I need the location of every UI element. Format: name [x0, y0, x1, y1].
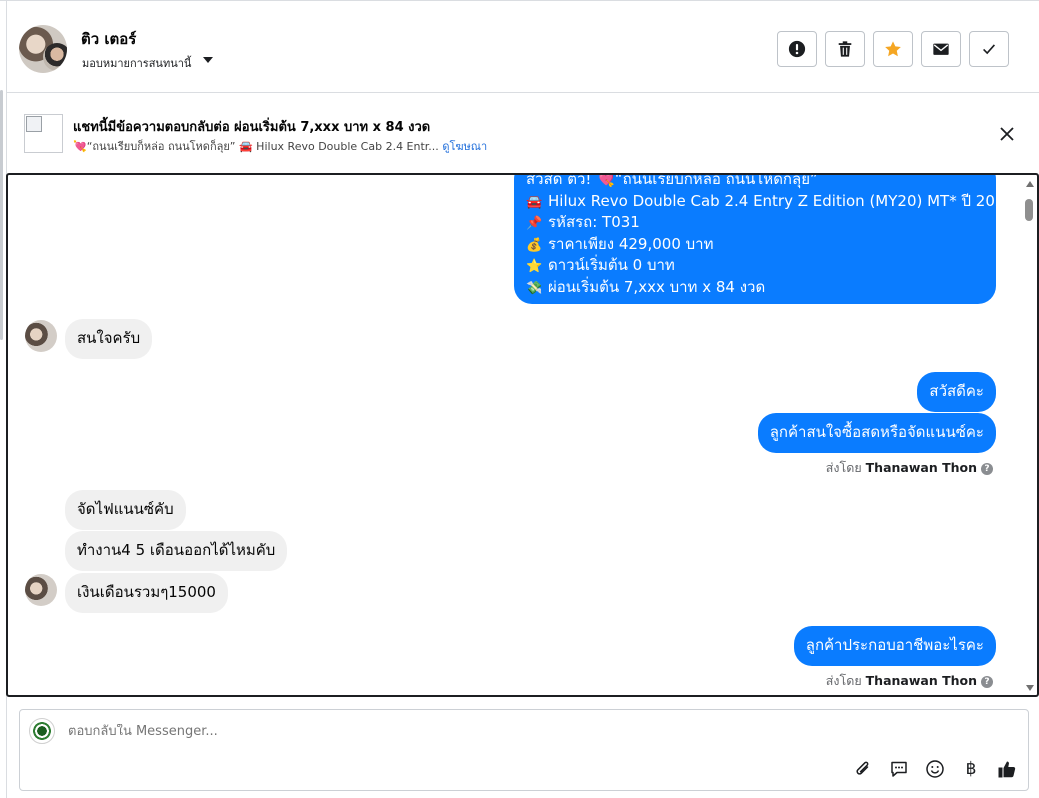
- scroll-down-icon[interactable]: [1026, 685, 1034, 691]
- caret-down-icon[interactable]: [203, 57, 213, 63]
- ad-message-line: 💸 ผ่อนเริ่มต้น 7,xxx บาท x 84 งวด: [526, 277, 766, 296]
- conversation-header: ติว เตอร์ มอบหมายการสนทนานี้: [6, 5, 1039, 93]
- incoming-message[interactable]: จัดไฟแนนซ์คับ: [65, 490, 186, 530]
- ad-reply-message[interactable]: สวัสดี ติว! 💘“ถนนเรียบก็หล่อ ถนนโหดก็ลุย…: [514, 173, 1014, 304]
- attach-button[interactable]: [852, 758, 874, 780]
- ad-subtitle-text: 💘“ถนนเรียบก็หล่อ ถนนโหดก็ลุย” 🚘 Hilux Re…: [73, 140, 439, 153]
- outer-scrollbar[interactable]: [0, 90, 3, 340]
- ad-message-line: ⭐ ดาวน์เริ่มต้น 0 บาท: [526, 256, 675, 274]
- thumbs-up-icon: [998, 761, 1016, 778]
- baht-icon: ฿: [965, 759, 977, 779]
- scroll-thumb[interactable]: [1025, 199, 1033, 221]
- ad-message-line: 📌 รหัสรถ: T031: [526, 213, 640, 231]
- saved-replies-button[interactable]: [888, 758, 910, 780]
- sender-avatar[interactable]: [25, 574, 57, 606]
- alert-icon: [788, 40, 806, 58]
- envelope-icon: [933, 43, 949, 55]
- composer-tools: ฿: [852, 758, 1018, 780]
- mark-done-button[interactable]: [969, 31, 1009, 67]
- star-button[interactable]: [873, 31, 913, 67]
- header-actions: [777, 31, 1009, 67]
- like-button[interactable]: [996, 758, 1018, 780]
- scroll-up-icon[interactable]: [1026, 181, 1034, 187]
- chat-bubble-icon: [891, 761, 907, 777]
- ad-message-line: 🚘 Hilux Revo Double Cab 2.4 Entry Z Editi…: [526, 191, 1014, 210]
- delete-button[interactable]: [825, 31, 865, 67]
- incoming-message[interactable]: สนใจครับ: [65, 319, 153, 359]
- trash-icon: [838, 41, 852, 57]
- payment-button[interactable]: ฿: [960, 758, 982, 780]
- outgoing-message[interactable]: สวัสดีคะ: [917, 372, 996, 412]
- outgoing-message[interactable]: ลูกค้าประกอบอาชีพอะไรคะ: [793, 626, 996, 666]
- help-icon[interactable]: ?: [981, 463, 993, 475]
- mark-spam-button[interactable]: [777, 31, 817, 67]
- assign-conversation-label[interactable]: มอบหมายการสนทนานี้: [82, 54, 191, 72]
- ad-thumbnail[interactable]: [24, 114, 63, 153]
- star-icon: [885, 41, 901, 57]
- check-icon: [983, 44, 996, 55]
- help-icon[interactable]: ?: [981, 676, 993, 688]
- incoming-message[interactable]: ทำงาน4 5 เดือนออกได้ไหมคับ: [65, 531, 288, 571]
- view-ad-link[interactable]: ดูโฆษณา: [442, 140, 487, 153]
- contact-name[interactable]: ติว เตอร์: [81, 27, 136, 51]
- thread-scrollbar[interactable]: [1025, 177, 1035, 693]
- ad-banner: แชทนี้มีข้อความตอบกลับต่อ ผ่อนเริ่มต้น 7…: [6, 94, 1039, 172]
- reply-input[interactable]: [68, 724, 668, 739]
- contact-avatar[interactable]: [19, 25, 67, 73]
- page-avatar: [29, 718, 55, 744]
- emoji-button[interactable]: [924, 758, 946, 780]
- smiley-icon: [926, 760, 944, 778]
- sent-by-label: ส่งโดย Thanawan Thon?: [826, 671, 993, 691]
- sent-by-label: ส่งโดย Thanawan Thon?: [826, 458, 993, 478]
- message-thread[interactable]: สวัสดี ติว! 💘“ถนนเรียบก็หล่อ ถนนโหดก็ลุย…: [6, 173, 1039, 697]
- ad-title: แชทนี้มีข้อความตอบกลับต่อ ผ่อนเริ่มต้น 7…: [73, 120, 431, 135]
- reply-composer: ฿: [19, 709, 1029, 791]
- ad-message-line: 💰 ราคาเพียง 429,000 บาท: [526, 234, 714, 253]
- mark-unread-button[interactable]: [921, 31, 961, 67]
- paperclip-icon: [856, 761, 869, 775]
- sender-avatar[interactable]: [25, 320, 57, 352]
- ad-subtitle: 💘“ถนนเรียบก็หล่อ ถนนโหดก็ลุย” 🚘 Hilux Re…: [73, 137, 487, 155]
- ad-message-line: สวัสดี ติว! 💘“ถนนเรียบก็หล่อ ถนนโหดก็ลุย…: [526, 173, 818, 188]
- close-icon[interactable]: [999, 126, 1015, 142]
- incoming-message[interactable]: เงินเดือนรวมๆ15000: [65, 573, 228, 613]
- outgoing-message[interactable]: ลูกค้าสนใจซื้อสดหรือจัดแนนซ์คะ: [757, 413, 996, 453]
